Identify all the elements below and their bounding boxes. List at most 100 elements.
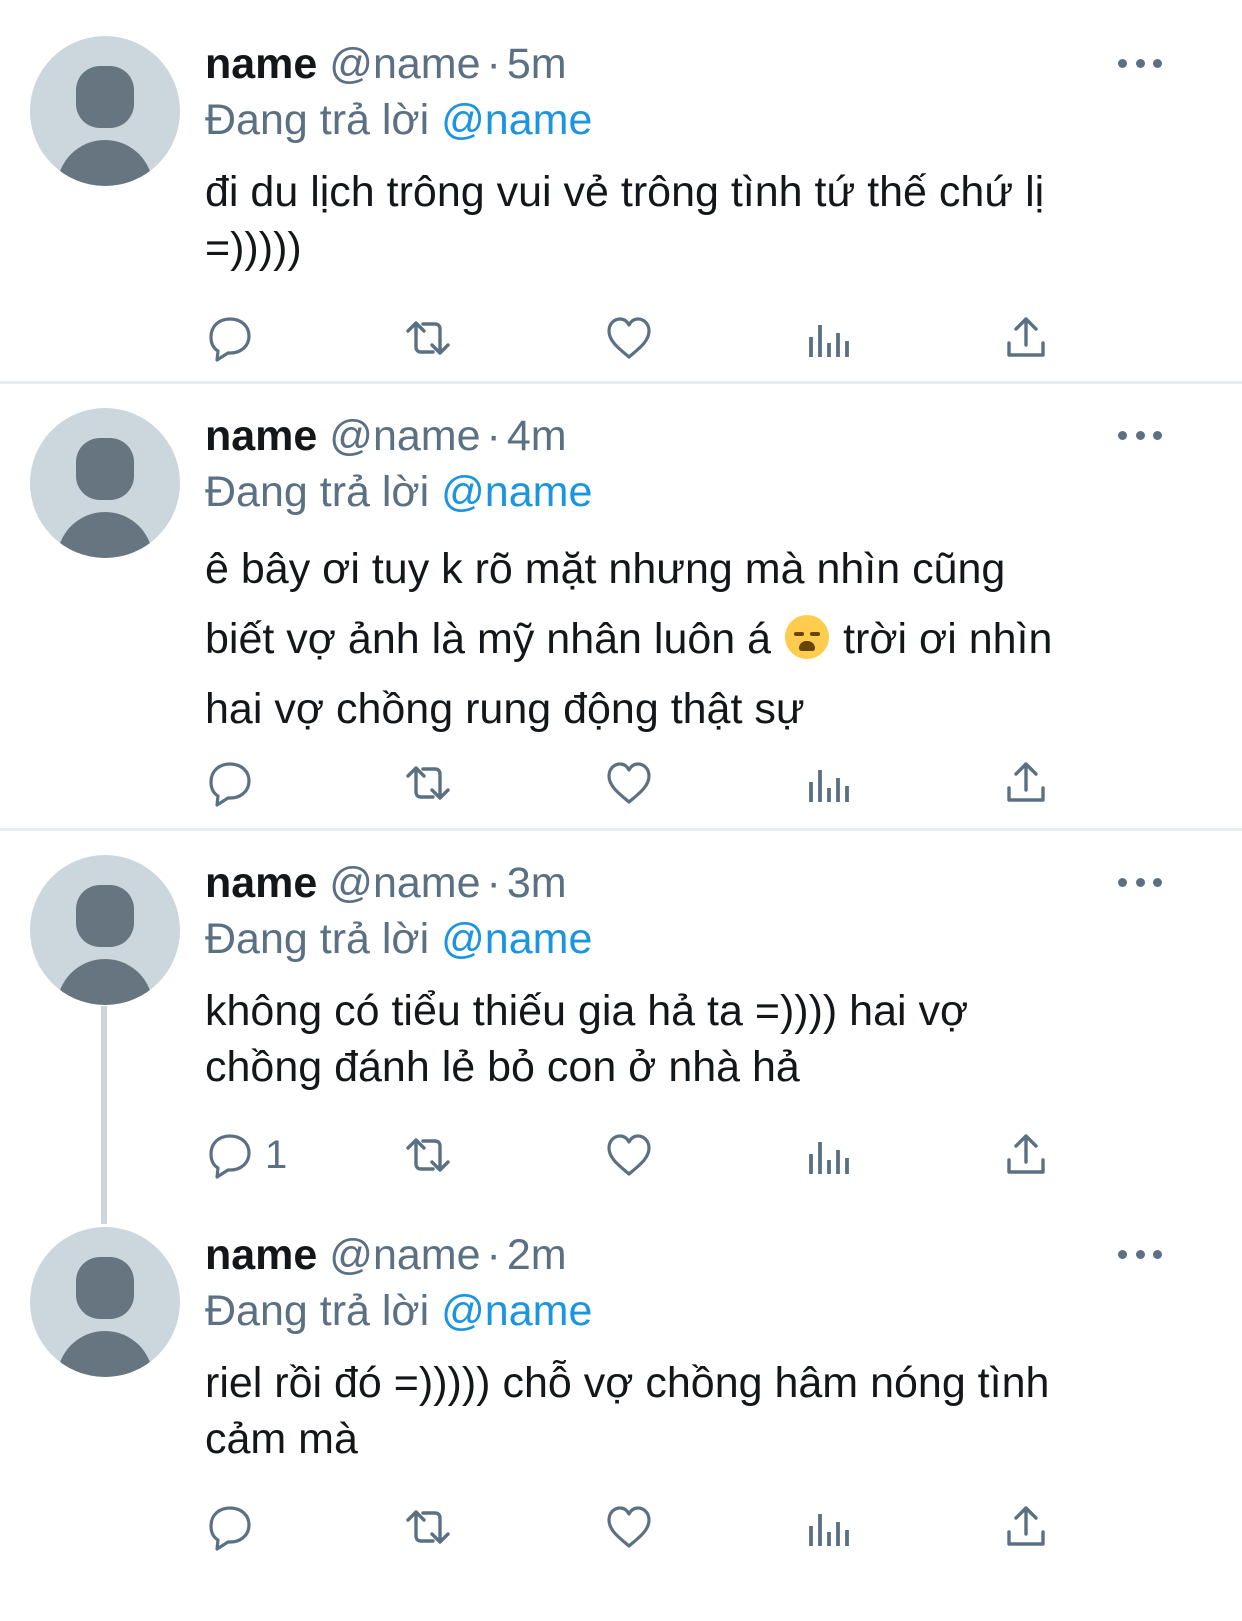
tweet-header: name @name · 3m xyxy=(205,855,567,911)
share-button[interactable] xyxy=(1001,1499,1051,1555)
tweet-header: name @name · 5m xyxy=(205,36,567,92)
separator: · xyxy=(486,40,501,88)
tweet-text: riel rồi đó =))))) chỗ vợ chồng hâm nóng… xyxy=(205,1355,1195,1467)
tweet-text-segment: trời ơi nhìn xyxy=(843,615,1053,663)
separator: · xyxy=(486,1231,501,1279)
handle[interactable]: @name xyxy=(329,1231,480,1279)
tweet-text-line: ê bây ơi tuy k rõ mặt nhưng mà nhìn cũng xyxy=(205,545,1006,593)
mention-link[interactable]: @name xyxy=(441,96,592,144)
analytics-icon xyxy=(809,1512,849,1548)
tweet-actions xyxy=(0,310,1242,366)
analytics-icon xyxy=(809,768,849,804)
timestamp[interactable]: 3m xyxy=(507,859,567,907)
share-icon xyxy=(1007,317,1045,357)
share-button[interactable] xyxy=(1001,1127,1051,1183)
avatar[interactable] xyxy=(30,855,180,1005)
avatar[interactable] xyxy=(30,36,180,186)
tweet-header: name @name · 2m xyxy=(205,1227,567,1283)
share-icon xyxy=(1007,762,1045,802)
analytics-button[interactable] xyxy=(803,1499,853,1555)
thread-connector xyxy=(101,1006,107,1224)
heart-icon xyxy=(607,1506,651,1548)
display-name[interactable]: name xyxy=(205,859,317,907)
more-icon[interactable] xyxy=(1118,869,1162,895)
separator: · xyxy=(486,859,501,907)
more-icon[interactable] xyxy=(1118,50,1162,76)
tweet-text: đi du lịch trông vui vẻ trông tình tứ th… xyxy=(205,164,1195,276)
tweet-text-line: hai vợ chồng rung động thật sự xyxy=(205,685,805,733)
separator: · xyxy=(486,412,501,460)
handle[interactable]: @name xyxy=(329,859,480,907)
display-name[interactable]: name xyxy=(205,40,317,88)
reply-icon xyxy=(209,1134,251,1179)
analytics-button[interactable] xyxy=(803,310,853,366)
replying-to: Đang trả lời @name xyxy=(205,911,592,967)
heart-icon xyxy=(607,762,651,804)
analytics-button[interactable] xyxy=(803,1127,853,1183)
reply-icon xyxy=(209,1506,251,1551)
like-button[interactable] xyxy=(604,755,654,811)
retweet-button[interactable] xyxy=(403,1127,453,1183)
retweet-icon xyxy=(406,1510,450,1544)
avatar[interactable] xyxy=(30,408,180,558)
tweet-header: name @name · 4m xyxy=(205,408,567,464)
tweet-actions xyxy=(0,1499,1242,1555)
tweet-text: không có tiểu thiếu gia hả ta =)))) hai … xyxy=(205,983,1195,1095)
replying-to: Đang trả lời @name xyxy=(205,464,592,520)
retweet-icon xyxy=(406,766,450,800)
share-icon xyxy=(1007,1134,1045,1174)
analytics-icon xyxy=(809,323,849,359)
replying-prefix: Đang trả lời xyxy=(205,1287,430,1335)
analytics-icon xyxy=(809,1140,849,1176)
more-icon[interactable] xyxy=(1118,422,1162,448)
heart-icon xyxy=(607,317,651,359)
heart-icon xyxy=(607,1134,651,1176)
like-button[interactable] xyxy=(604,1499,654,1555)
divider xyxy=(0,381,1242,384)
tweet-text-line: chồng đánh lẻ bỏ con ở nhà hả xyxy=(205,1043,800,1091)
mention-link[interactable]: @name xyxy=(441,468,592,516)
reply-count: 1 xyxy=(265,1132,288,1177)
tweet-text-line: cảm mà xyxy=(205,1415,358,1463)
replying-to: Đang trả lời @name xyxy=(205,92,592,148)
tweet-text: ê bây ơi tuy k rõ mặt nhưng mà nhìn cũng… xyxy=(205,534,1195,744)
retweet-button[interactable] xyxy=(403,310,453,366)
share-button[interactable] xyxy=(1001,310,1051,366)
tweet-actions: 1 xyxy=(0,1127,1242,1183)
reply-button[interactable] xyxy=(205,310,265,366)
replying-prefix: Đang trả lời xyxy=(205,96,430,144)
avatar[interactable] xyxy=(30,1227,180,1377)
retweet-button[interactable] xyxy=(403,755,453,811)
mention-link[interactable]: @name xyxy=(441,915,592,963)
reply-icon xyxy=(209,762,251,807)
handle[interactable]: @name xyxy=(329,412,480,460)
display-name[interactable]: name xyxy=(205,412,317,460)
reply-icon xyxy=(209,317,251,362)
like-button[interactable] xyxy=(604,310,654,366)
display-name[interactable]: name xyxy=(205,1231,317,1279)
tweet-text-line: không có tiểu thiếu gia hả ta =)))) hai … xyxy=(205,987,969,1035)
tweet-text-segment: biết vợ ảnh là mỹ nhân luôn á xyxy=(205,615,772,663)
retweet-button[interactable] xyxy=(403,1499,453,1555)
timestamp[interactable]: 4m xyxy=(507,412,567,460)
reply-button[interactable] xyxy=(205,755,265,811)
reply-button[interactable]: 1 xyxy=(205,1127,287,1183)
replying-prefix: Đang trả lời xyxy=(205,468,430,516)
share-icon xyxy=(1007,1506,1045,1546)
handle[interactable]: @name xyxy=(329,40,480,88)
share-button[interactable] xyxy=(1001,755,1051,811)
mention-link[interactable]: @name xyxy=(441,1287,592,1335)
timestamp[interactable]: 5m xyxy=(507,40,567,88)
tweet-text-line: riel rồi đó =))))) chỗ vợ chồng hâm nóng… xyxy=(205,1359,1050,1407)
tweet-text-line: đi du lịch trông vui vẻ trông tình tứ th… xyxy=(205,168,1045,216)
loudly-crying-face-emoji xyxy=(785,615,830,659)
like-button[interactable] xyxy=(604,1127,654,1183)
retweet-icon xyxy=(406,321,450,355)
tweet-actions xyxy=(0,755,1242,811)
tweet-text-line: biết vợ ảnh là mỹ nhân luôn á trời ơi nhì… xyxy=(205,604,1195,674)
replying-prefix: Đang trả lời xyxy=(205,915,430,963)
more-icon[interactable] xyxy=(1118,1241,1162,1267)
reply-button[interactable] xyxy=(205,1499,265,1555)
analytics-button[interactable] xyxy=(803,755,853,811)
timestamp[interactable]: 2m xyxy=(507,1231,567,1279)
